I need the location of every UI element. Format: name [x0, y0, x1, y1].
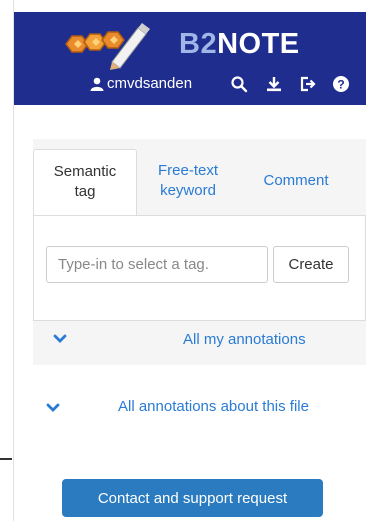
my-annotations-toggle[interactable]: All my annotations: [33, 321, 366, 365]
tab-label-line1: Comment: [263, 172, 329, 189]
tab-semantic-tag[interactable]: Semantic tag: [33, 149, 137, 216]
logo-icon: [65, 23, 150, 70]
chevron-down-icon: [46, 403, 60, 412]
tab-label-line1: Semantic: [53, 163, 117, 180]
tab-free-text-keyword[interactable]: Free-text keyword: [145, 149, 231, 205]
download-icon[interactable]: [265, 75, 283, 93]
annotation-panel: Semantic tag Free-text keyword Comment C…: [33, 139, 366, 321]
b2note-page: B2NOTE cmvdsanden ? Semantic tag Free-te…: [0, 0, 366, 521]
tag-search-input[interactable]: [46, 246, 268, 283]
username[interactable]: cmvdsanden: [107, 75, 192, 93]
user-icon: [90, 77, 104, 91]
user-toolbar: cmvdsanden ?: [14, 70, 366, 100]
help-icon[interactable]: ?: [332, 75, 350, 93]
file-annotations-toggle[interactable]: All annotations about this file: [33, 384, 366, 428]
logo-row: B2NOTE: [14, 20, 366, 70]
tab-label-line1: Free-text: [157, 162, 218, 179]
brand-suffix: NOTE: [217, 28, 300, 60]
semantic-tag-pane: Create: [33, 215, 366, 321]
tab-label-line2: tag: [74, 183, 96, 200]
chevron-down-icon: [53, 334, 67, 343]
file-annotations-label[interactable]: All annotations about this file: [118, 398, 309, 416]
contact-support-button[interactable]: Contact and support request: [62, 479, 323, 517]
svg-text:?: ?: [337, 77, 344, 91]
tab-comment[interactable]: Comment: [247, 149, 345, 205]
create-tag-button[interactable]: Create: [273, 246, 349, 283]
logout-icon[interactable]: [299, 75, 317, 93]
my-annotations-label[interactable]: All my annotations: [183, 331, 306, 349]
b2note-header: B2NOTE cmvdsanden ?: [14, 12, 366, 105]
brand-prefix: B2: [179, 28, 218, 60]
search-icon[interactable]: [230, 75, 248, 93]
tab-label-line2: keyword: [160, 182, 216, 199]
brand-title: B2NOTE: [179, 26, 300, 62]
left-divider: [0, 458, 12, 460]
